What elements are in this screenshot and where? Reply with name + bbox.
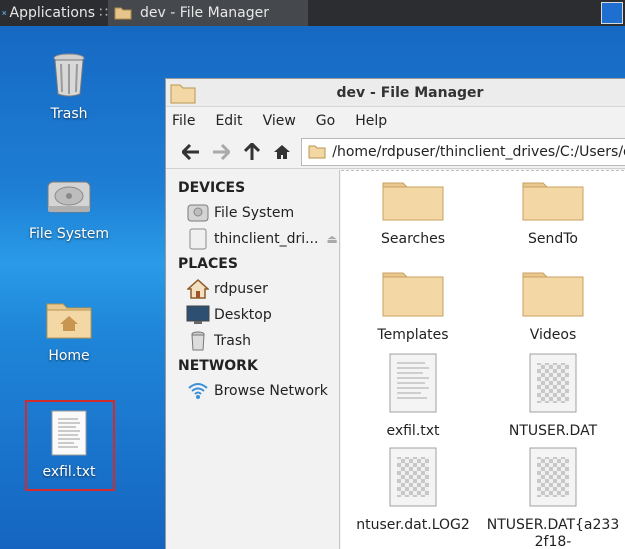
sidebar-item-trash[interactable]: Trash bbox=[166, 328, 339, 354]
sidebar-item-rdpuser[interactable]: rdpuser bbox=[166, 276, 339, 302]
toolbar: /home/rdpuser/thinclient_drives/C:/Users… bbox=[166, 135, 625, 169]
folder-icon bbox=[114, 7, 132, 20]
desktop-icon-file-system[interactable]: File System bbox=[14, 178, 124, 242]
file-item-searches[interactable]: Searches bbox=[343, 177, 483, 248]
file-item-sendto[interactable]: SendTo bbox=[483, 177, 623, 248]
menu-view[interactable]: View bbox=[263, 113, 296, 129]
trash-icon bbox=[191, 331, 205, 351]
file-name: Templates bbox=[377, 327, 449, 343]
back-arrow-icon bbox=[182, 143, 200, 160]
file-name: Searches bbox=[380, 231, 445, 247]
sidebar-item-label: Desktop bbox=[214, 307, 272, 323]
home-icon bbox=[274, 144, 291, 159]
applications-label: Applications bbox=[9, 5, 96, 21]
sidebar-item-label: thinclient_dri... bbox=[214, 231, 319, 247]
hard-drive-icon bbox=[187, 204, 209, 222]
file-name: exfil.txt bbox=[386, 423, 440, 439]
file-item-ntuser-dat-log2[interactable]: ntuser.dat.LOG2 bbox=[343, 447, 483, 534]
taskbar: Applications ∷ dev - File Manager bbox=[0, 0, 625, 26]
desktop-icon-home[interactable]: Home bbox=[14, 298, 124, 364]
menu-help[interactable]: Help bbox=[355, 113, 387, 129]
location-bar[interactable]: /home/rdpuser/thinclient_drives/C:/Users… bbox=[301, 137, 625, 166]
desktop-icon-label: File System bbox=[28, 226, 110, 242]
file-name: NTUSER.DAT bbox=[508, 423, 598, 439]
applications-suffix: ∷ bbox=[99, 5, 108, 21]
file-item-ntuser-dat-guid[interactable]: NTUSER.DAT{a233 2f18- bbox=[483, 447, 623, 549]
home-folder-icon bbox=[46, 303, 92, 339]
sidebar: DEVICES File System thinclient_dri... ⏏ … bbox=[166, 170, 340, 549]
home-icon bbox=[187, 279, 209, 299]
menu-bar: File Edit View Go Help bbox=[166, 107, 625, 135]
folder-icon bbox=[522, 182, 584, 221]
sidebar-item-label: Trash bbox=[214, 333, 251, 349]
binary-file-icon bbox=[529, 447, 577, 507]
file-name: NTUSER.DAT{a233 2f18- bbox=[486, 517, 620, 549]
forward-button[interactable] bbox=[206, 137, 236, 167]
file-name: Videos bbox=[529, 327, 577, 343]
sidebar-heading-places: PLACES bbox=[178, 256, 238, 272]
file-name: ntuser.dat.LOG2 bbox=[356, 517, 470, 533]
binary-file-icon bbox=[529, 353, 577, 413]
desktop-icon-label: exfil.txt bbox=[42, 464, 96, 480]
menu-edit[interactable]: Edit bbox=[215, 113, 242, 129]
file-item-exfil-txt[interactable]: exfil.txt bbox=[343, 353, 483, 440]
home-button[interactable] bbox=[267, 137, 297, 167]
desktop-icon-label: Trash bbox=[50, 106, 88, 122]
desktop-icon-label: Home bbox=[48, 348, 90, 364]
file-item-ntuser-dat[interactable]: NTUSER.DAT bbox=[483, 353, 623, 440]
up-arrow-icon bbox=[243, 142, 260, 160]
desktop-icon-exfil-txt[interactable]: exfil.txt bbox=[14, 410, 124, 480]
folder-icon bbox=[170, 84, 196, 103]
sidebar-heading-network: NETWORK bbox=[178, 358, 258, 374]
sidebar-item-label: Browse Network bbox=[214, 383, 328, 399]
folder-icon bbox=[382, 272, 444, 317]
desktop-icon-trash[interactable]: Trash bbox=[14, 52, 124, 122]
taskbar-window-button[interactable]: dev - File Manager bbox=[108, 0, 308, 26]
show-desktop-button[interactable] bbox=[601, 2, 623, 24]
menu-go[interactable]: Go bbox=[316, 113, 335, 129]
sidebar-item-label: rdpuser bbox=[214, 281, 268, 297]
text-file-icon bbox=[389, 353, 437, 413]
file-name: SendTo bbox=[528, 231, 578, 247]
location-path: /home/rdpuser/thinclient_drives/C:/Users… bbox=[332, 143, 625, 160]
drive-icon bbox=[189, 228, 207, 250]
back-button[interactable] bbox=[176, 137, 206, 167]
folder-icon bbox=[308, 145, 326, 159]
eject-icon[interactable]: ⏏ bbox=[326, 232, 337, 246]
applications-menu-button[interactable]: Applications ∷ bbox=[0, 0, 108, 26]
xfce-logo-icon bbox=[2, 10, 7, 16]
sidebar-item-label: File System bbox=[214, 205, 295, 221]
file-manager-window: dev - File Manager File Edit View Go Hel… bbox=[165, 78, 625, 549]
sidebar-item-browse-network[interactable]: Browse Network bbox=[166, 378, 339, 404]
trash-icon bbox=[53, 53, 85, 97]
network-icon bbox=[188, 383, 208, 399]
binary-file-icon bbox=[389, 447, 437, 507]
file-item-templates[interactable]: Templates bbox=[343, 267, 483, 344]
folder-icon bbox=[382, 182, 444, 221]
up-button[interactable] bbox=[237, 137, 267, 167]
window-title: dev - File Manager bbox=[336, 84, 484, 101]
taskbar-window-title: dev - File Manager bbox=[140, 5, 269, 21]
sidebar-item-file-system[interactable]: File System bbox=[166, 200, 339, 226]
forward-arrow-icon bbox=[213, 143, 231, 160]
menu-file[interactable]: File bbox=[172, 113, 195, 129]
hard-drive-icon bbox=[47, 181, 91, 213]
sidebar-item-desktop[interactable]: Desktop bbox=[166, 302, 339, 328]
text-file-icon bbox=[51, 410, 87, 456]
file-view: Searches SendTo Templates Videos exfil.t… bbox=[341, 170, 625, 549]
desktop-icon bbox=[186, 305, 210, 324]
window-titlebar[interactable]: dev - File Manager bbox=[166, 79, 625, 107]
sidebar-item-thinclient-drives[interactable]: thinclient_dri... ⏏ bbox=[166, 226, 339, 252]
file-item-videos[interactable]: Videos bbox=[483, 267, 623, 344]
sidebar-heading-devices: DEVICES bbox=[178, 180, 246, 196]
folder-icon bbox=[522, 272, 584, 317]
